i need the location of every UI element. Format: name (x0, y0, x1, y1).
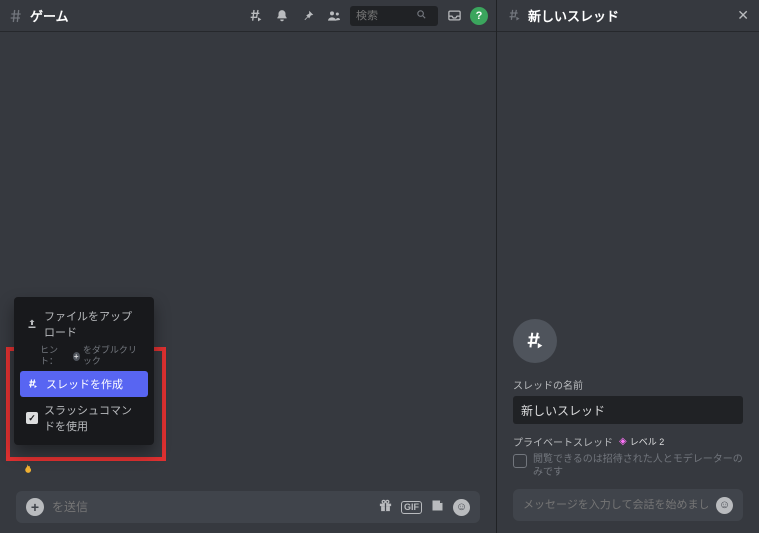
channel-header: ゲーム ? (0, 0, 496, 32)
private-checkbox[interactable] (513, 454, 527, 468)
help-icon[interactable]: ? (470, 7, 488, 25)
thread-title: 新しいスレッド (528, 6, 619, 25)
search-icon (416, 9, 427, 23)
menu-slash-label: スラッシュコマンドを使用 (44, 402, 142, 434)
upload-icon (26, 318, 38, 330)
thread-hash-icon (26, 378, 40, 390)
menu-create-thread-label: スレッドを作成 (46, 376, 123, 392)
channel-content: うこそ！ の始まりです。 ファイルをアップロード ヒント： + をダブルクリック (0, 32, 496, 491)
main-panel: ゲーム ? (0, 0, 497, 533)
search-input[interactable] (356, 10, 416, 22)
thread-name-input[interactable] (513, 396, 743, 424)
menu-slash-commands[interactable]: ✓ スラッシュコマンドを使用 (20, 397, 148, 439)
private-thread-desc: 閲覧できるのは招待された人とモデレーターのみです (533, 453, 743, 479)
flame-icon (20, 462, 34, 481)
boost-badge: ◈ レベル 2 (619, 435, 664, 448)
gif-button[interactable]: GIF (401, 501, 422, 514)
message-composer: + GIF ☺ (0, 491, 496, 533)
menu-create-thread[interactable]: スレッドを作成 (20, 371, 148, 397)
checkbox-icon: ✓ (26, 412, 38, 424)
members-icon[interactable] (324, 6, 344, 26)
thread-composer: ☺ (513, 489, 743, 521)
message-input[interactable] (52, 500, 370, 514)
thread-hash-avatar (513, 319, 557, 363)
bell-icon[interactable] (272, 6, 292, 26)
thread-hash-icon (507, 8, 522, 23)
menu-upload-label: ファイルをアップロード (44, 308, 142, 340)
boost-icon: ◈ (619, 436, 627, 447)
hash-icon (8, 8, 24, 24)
inbox-icon[interactable] (444, 6, 464, 26)
thread-message-input[interactable] (523, 499, 708, 511)
attach-button[interactable]: + (26, 498, 44, 516)
plus-hint-icon: + (73, 352, 80, 361)
sticker-icon[interactable] (430, 498, 445, 516)
pin-icon[interactable] (298, 6, 318, 26)
thread-emoji-button[interactable]: ☺ (716, 497, 733, 514)
private-thread-row: プライベートスレッド ◈ レベル 2 (513, 434, 743, 449)
close-button[interactable]: ✕ (737, 7, 749, 24)
emoji-button[interactable]: ☺ (453, 499, 470, 516)
gift-icon[interactable] (378, 498, 393, 516)
thread-name-label: スレッドの名前 (513, 377, 743, 392)
private-thread-label: プライベートスレッド (513, 434, 613, 449)
threads-icon[interactable] (246, 6, 266, 26)
menu-upload-file[interactable]: ファイルをアップロード (20, 303, 148, 345)
private-thread-desc-row: 閲覧できるのは招待された人とモデレーターのみです (513, 453, 743, 479)
thread-header: 新しいスレッド ✕ (497, 0, 759, 32)
search-box[interactable] (350, 6, 438, 26)
channel-name: ゲーム (30, 6, 69, 25)
thread-panel: 新しいスレッド ✕ スレッドの名前 プライベートスレッド ◈ レベル 2 閲覧で… (497, 0, 759, 533)
menu-upload-hint: ヒント： + をダブルクリック (20, 345, 148, 371)
attachment-menu: ファイルをアップロード ヒント： + をダブルクリック スレッドを作成 ✓ スラ… (14, 297, 154, 445)
